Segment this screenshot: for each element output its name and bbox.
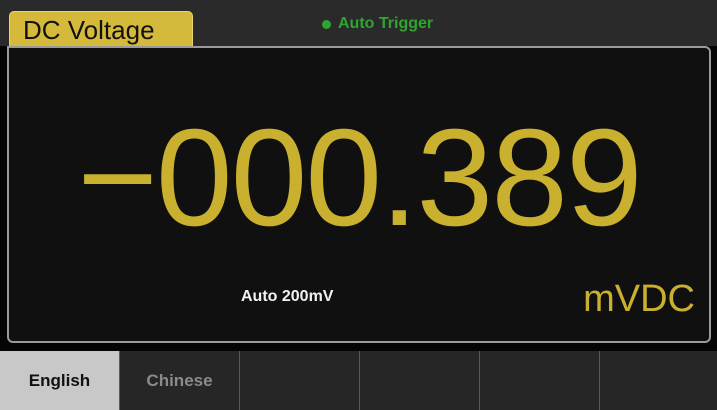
softkey-chinese[interactable]: Chinese — [120, 351, 240, 410]
trigger-dot-icon — [322, 19, 331, 29]
header-bar: DC Voltage Auto Trigger — [0, 0, 717, 47]
softkey-english[interactable]: English — [0, 351, 120, 410]
main-reading: −000.389 — [77, 101, 642, 255]
softkey-5[interactable] — [480, 351, 600, 410]
trigger-status: Auto Trigger — [322, 14, 433, 34]
multimeter-screen: DC Voltage Auto Trigger −000.389 Auto 20… — [0, 0, 717, 410]
softkey-label: English — [28, 370, 91, 390]
softkey-3[interactable] — [240, 351, 360, 410]
measurement-mode-tab[interactable]: DC Voltage — [9, 11, 193, 47]
unit-label: mVDC — [583, 278, 695, 320]
range-indicator: Auto 200mV — [241, 288, 334, 305]
softkey-bar: English Chinese — [0, 351, 717, 410]
softkey-6[interactable] — [600, 351, 717, 410]
mode-title: DC Voltage — [23, 15, 155, 45]
trigger-label: Auto Trigger — [338, 15, 434, 32]
measurement-display: −000.389 Auto 200mV mVDC — [7, 46, 711, 343]
softkey-label: Chinese — [146, 370, 213, 390]
softkey-4[interactable] — [360, 351, 480, 410]
